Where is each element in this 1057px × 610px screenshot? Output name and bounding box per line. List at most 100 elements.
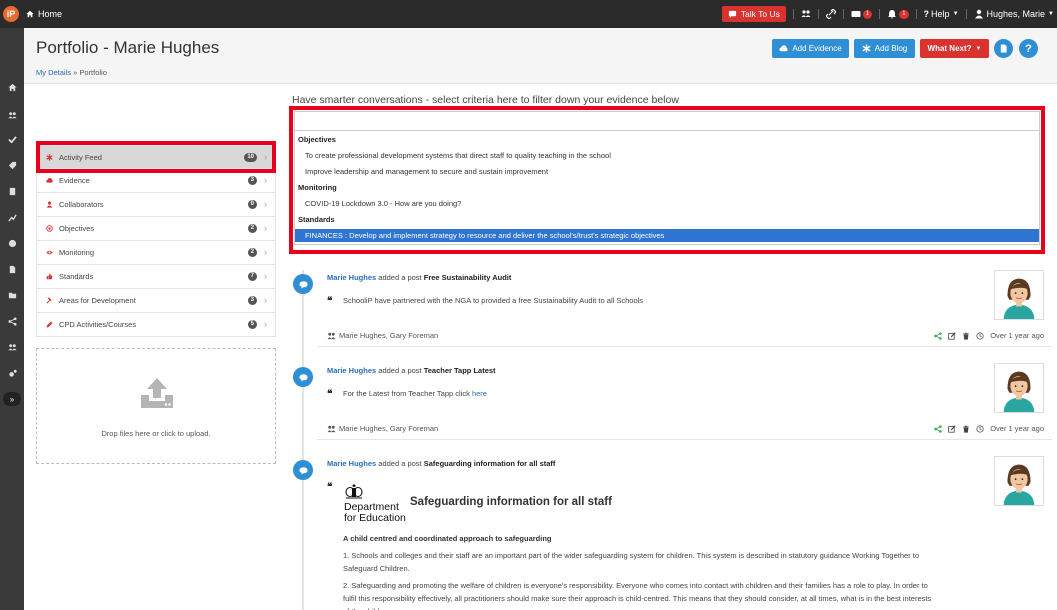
nav-objectives[interactable]: Objectives 2 › — [36, 217, 276, 241]
help-button[interactable]: ? — [1019, 39, 1038, 58]
post-link[interactable]: here — [472, 389, 487, 398]
user-menu[interactable]: Hughes, Marie ▼ — [974, 9, 1054, 19]
nav-cpd-activities[interactable]: CPD Activities/Courses 5 › — [36, 313, 276, 337]
clock-icon — [976, 331, 984, 340]
nav-standards[interactable]: Standards 7 › — [36, 265, 276, 289]
rail-reports[interactable] — [5, 210, 19, 224]
share-icon[interactable] — [934, 424, 942, 433]
gavel-icon — [45, 297, 53, 305]
rail-tasks[interactable] — [5, 132, 19, 146]
tag-icon — [8, 161, 16, 169]
post-action-text: added a post — [376, 366, 424, 375]
share-icon[interactable] — [934, 331, 942, 340]
breadcrumb: My Details » Portfolio — [36, 68, 107, 77]
post-title: Marie Hughes added a post Free Sustainab… — [327, 273, 511, 282]
home-link[interactable]: Home — [26, 9, 62, 19]
home-icon — [7, 83, 17, 91]
what-next-button[interactable]: What Next? ▼ — [920, 39, 989, 58]
content-subheading: A child centred and coordinated approach… — [343, 534, 552, 543]
rail-settings[interactable] — [5, 366, 19, 380]
add-blog-label: Add Blog — [874, 44, 908, 53]
add-evidence-label: Add Evidence — [792, 44, 842, 53]
trash-icon[interactable] — [962, 425, 970, 433]
messages-count-badge: 1 — [862, 9, 873, 19]
users-icon — [327, 425, 336, 432]
chevron-right-icon: › — [264, 199, 267, 209]
users-icon — [7, 343, 17, 350]
book-icon — [9, 187, 15, 195]
rail-groups[interactable] — [5, 340, 19, 354]
export-pdf-button[interactable] — [994, 39, 1013, 58]
question-icon: ? — [923, 9, 930, 19]
check-icon — [7, 135, 17, 144]
talk-to-us-button[interactable]: Talk To Us — [721, 6, 786, 22]
file-icon — [9, 265, 15, 273]
rail-globe[interactable] — [5, 236, 19, 250]
dfe-logo-text: Department for Education — [344, 502, 406, 524]
trash-icon[interactable] — [962, 332, 970, 340]
cloud-upload-icon — [779, 45, 788, 52]
rail-book[interactable] — [5, 184, 19, 198]
breadcrumb-my-details[interactable]: My Details — [36, 68, 71, 77]
post-time: Over 1 year ago — [990, 331, 1044, 340]
add-blog-button[interactable]: Add Blog — [854, 39, 915, 58]
chevron-right-icon: › — [264, 247, 267, 257]
links-menu[interactable] — [825, 9, 836, 19]
expand-rail-toggle[interactable]: » — [3, 392, 21, 406]
upload-icon — [141, 378, 173, 408]
inbox-icon — [851, 11, 861, 17]
avatar-illustration — [1003, 278, 1035, 319]
chart-line-icon — [7, 213, 17, 222]
page-header: Portfolio - Marie Hughes My Details » Po… — [24, 28, 1057, 84]
pencil-icon — [45, 321, 53, 329]
post-divider — [317, 346, 1052, 347]
rail-folders[interactable] — [5, 288, 19, 302]
post-name: Safeguarding information for all staff — [423, 459, 556, 468]
notifications-count-badge: 1 — [899, 9, 909, 19]
post-body-text: For the Latest from Teacher Tapp click — [343, 389, 472, 398]
chevron-right-icon: › — [264, 223, 267, 233]
globe-icon — [8, 239, 16, 247]
comment-icon — [293, 460, 313, 480]
page-title: Portfolio - Marie Hughes — [36, 38, 220, 57]
eye-icon — [45, 249, 53, 257]
nav-collaborators[interactable]: Collaborators 0 › — [36, 193, 276, 217]
chevron-right-icon: › — [264, 271, 267, 281]
quote-icon: ❝ — [327, 296, 333, 307]
rail-tags[interactable] — [5, 158, 19, 172]
file-dropzone[interactable]: Drop files here or click to upload. — [36, 348, 276, 464]
count-badge: 5 — [247, 320, 257, 329]
edit-icon[interactable] — [948, 424, 956, 433]
messages-menu[interactable]: 1 — [851, 9, 873, 19]
top-navbar: iP Home Talk To Us 1 1 ? Help ▼ Hughes, … — [0, 0, 1057, 28]
caret-down-icon: ▼ — [952, 11, 959, 17]
users-icon — [327, 332, 336, 339]
content-heading: Safeguarding information for all staff — [410, 496, 612, 508]
post-author-link[interactable]: Marie Hughes — [327, 273, 376, 282]
post-action-text: added a post — [376, 459, 424, 468]
post-author-link[interactable]: Marie Hughes — [327, 366, 376, 375]
nav-areas-for-development[interactable]: Areas for Development 3 › — [36, 289, 276, 313]
post-author-link[interactable]: Marie Hughes — [327, 459, 376, 468]
quote-icon: ❝ — [327, 482, 333, 493]
rail-share[interactable] — [5, 314, 19, 328]
avatar — [994, 363, 1044, 413]
rail-documents[interactable] — [5, 262, 19, 276]
rail-people[interactable] — [5, 108, 19, 122]
collaborators-names: Marie Hughes, Gary Foreman — [339, 424, 439, 433]
count-badge: 2 — [247, 224, 257, 233]
help-menu[interactable]: ? Help ▼ — [924, 9, 959, 19]
count-badge: 2 — [247, 248, 257, 257]
add-evidence-button[interactable]: Add Evidence — [772, 39, 849, 58]
rail-home[interactable] — [5, 80, 19, 94]
asterisk-icon — [862, 44, 871, 53]
edit-icon[interactable] — [948, 331, 956, 340]
nav-monitoring[interactable]: Monitoring 2 › — [36, 241, 276, 265]
divider — [879, 9, 881, 19]
team-menu[interactable] — [801, 9, 811, 19]
post-body: For the Latest from Teacher Tapp click h… — [343, 389, 487, 398]
notifications-menu[interactable]: 1 — [887, 9, 909, 19]
left-icon-rail: » — [0, 28, 24, 610]
user-icon — [974, 9, 983, 19]
app-logo[interactable]: iP — [3, 6, 19, 22]
